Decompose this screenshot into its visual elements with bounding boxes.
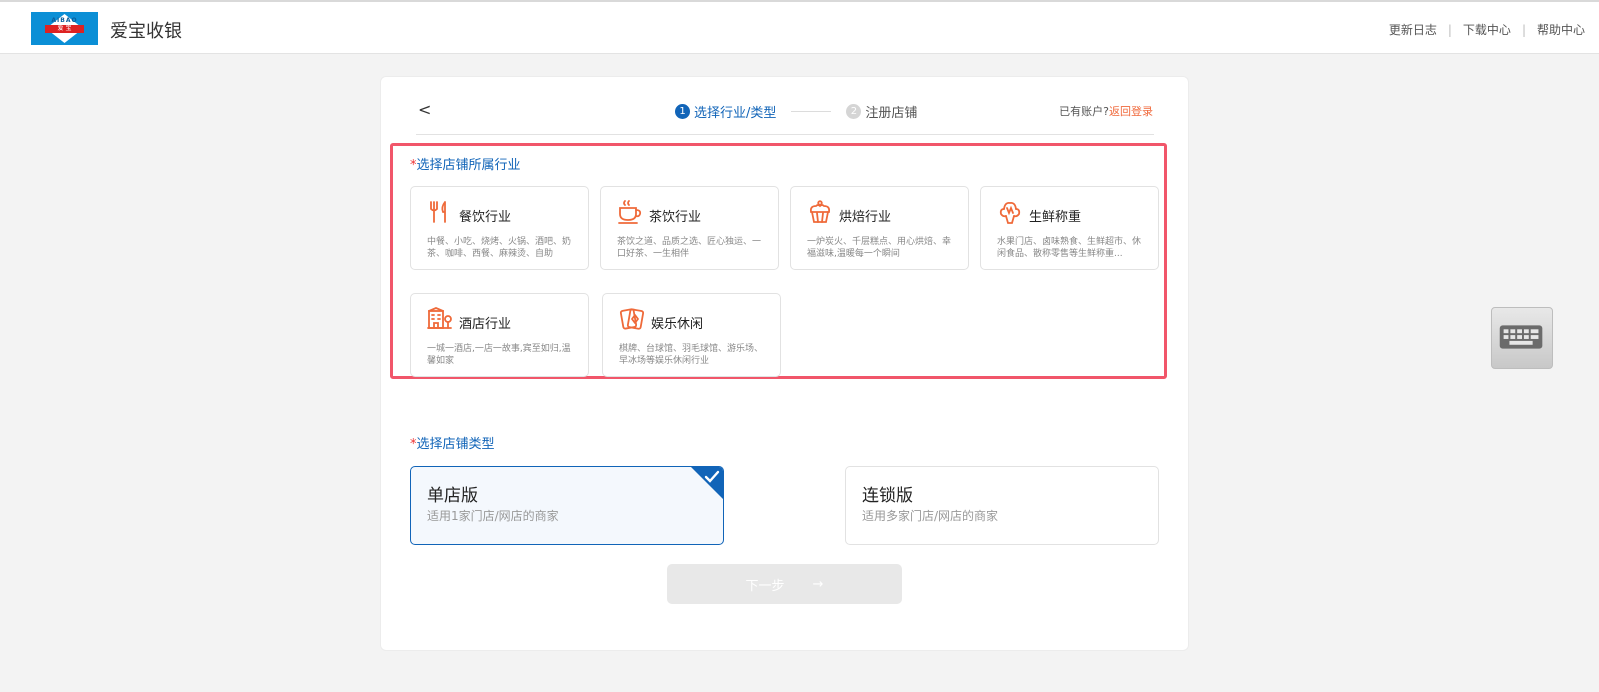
fork-knife-icon	[430, 201, 446, 223]
cupcake-icon	[809, 200, 831, 223]
store-type-title-text: 选择店铺类型	[416, 437, 495, 452]
industry-desc: 水果门店、卤味熟食、生鲜超市、休闲食品、散称零售等生鲜称重...	[997, 237, 1142, 259]
arrow-right-icon: →	[812, 576, 824, 592]
step-connector	[791, 111, 832, 112]
industry-name: 生鲜称重	[1029, 210, 1082, 225]
brand-name: 爱宝收银	[110, 21, 182, 42]
industry-card-hotel[interactable]: 酒店行业 一城一酒店,一店一故事,宾至如归,温馨如家	[410, 293, 589, 377]
industry-card-bakery[interactable]: 烘焙行业 一炉炭火、千层糕点、用心烘焙、幸福滋味,温暖每一个瞬间	[790, 186, 969, 270]
store-type-desc: 适用1家门店/网店的商家	[427, 509, 559, 523]
step-2-number: 2	[846, 104, 862, 119]
help-center-link[interactable]: 帮助中心	[1537, 21, 1585, 38]
header-divider	[416, 134, 1154, 135]
virtual-keyboard-button[interactable]	[1491, 307, 1553, 369]
changelog-link[interactable]: 更新日志	[1389, 21, 1437, 38]
keyboard-icon	[1499, 325, 1543, 349]
industry-desc: 中餐、小吃、烧烤、火锅、酒吧、奶茶、咖啡、西餐、麻辣烫、自助	[427, 237, 572, 259]
top-links: 更新日志 | 下载中心 | 帮助中心	[1389, 21, 1585, 38]
store-type-name: 单店版	[427, 486, 478, 506]
industry-card-tea[interactable]: 茶饮行业 茶饮之道、品质之选、匠心独运、一口好茶、一生相伴	[600, 186, 779, 270]
industry-name: 酒店行业	[459, 317, 512, 332]
step-1: 1 选择行业/类型	[675, 102, 776, 121]
logo-bar-text: 爱 宝	[57, 25, 72, 32]
store-type-chain[interactable]: 连锁版 适用多家门店/网店的商家	[845, 466, 1159, 545]
back-button[interactable]: <	[418, 100, 431, 119]
link-separator: |	[1521, 22, 1526, 37]
industry-desc: 一炉炭火、千层糕点、用心烘焙、幸福滋味,温暖每一个瞬间	[807, 237, 952, 259]
step-1-label: 选择行业/类型	[694, 106, 777, 121]
industry-desc: 茶饮之道、品质之选、匠心独运、一口好茶、一生相伴	[617, 237, 762, 259]
industry-card-catering[interactable]: 餐饮行业 中餐、小吃、烧烤、火锅、酒吧、奶茶、咖啡、西餐、麻辣烫、自助	[410, 186, 589, 270]
industry-desc: 一城一酒店,一店一故事,宾至如归,温馨如家	[427, 344, 571, 366]
has-account-text: 已有账户?返回登录	[1059, 103, 1153, 119]
store-type-section-title: *选择店铺类型	[410, 433, 495, 452]
logo-top-text: AIBAO	[51, 17, 78, 24]
step-indicator: 1 选择行业/类型 2 注册店铺	[675, 102, 917, 121]
industry-card-entertainment[interactable]: 娱乐休闲 棋牌、台球馆、羽毛球馆、游乐场、早冰场等娱乐休闲行业	[602, 293, 781, 377]
store-type-desc: 适用多家门店/网店的商家	[862, 509, 999, 523]
industry-name: 餐饮行业	[459, 210, 512, 225]
industry-name: 茶饮行业	[649, 210, 702, 225]
step-1-number: 1	[675, 104, 690, 119]
store-type-name: 连锁版	[862, 486, 913, 506]
store-type-single[interactable]: 单店版 适用1家门店/网店的商家	[410, 466, 724, 545]
return-login-link[interactable]: 返回登录	[1109, 105, 1153, 118]
teacup-icon	[618, 200, 642, 224]
checkmark-icon	[691, 467, 723, 499]
hotel-icon	[427, 307, 452, 329]
step-2: 2 注册店铺	[846, 102, 917, 121]
industry-name: 烘焙行业	[839, 210, 892, 225]
download-center-link[interactable]: 下载中心	[1463, 21, 1511, 38]
next-step-button[interactable]: 下一步 →	[667, 564, 902, 604]
step-2-label: 注册店铺	[865, 106, 918, 121]
top-bar: AIBAO 爱 宝 爱宝收银 更新日志 | 下载中心 | 帮助中心	[0, 0, 1599, 54]
industry-section-title: *选择店铺所属行业	[410, 154, 521, 173]
playing-cards-icon	[619, 308, 645, 330]
next-step-label: 下一步	[745, 578, 785, 594]
has-account-prompt: 已有账户?	[1059, 105, 1109, 118]
industry-card-fresh[interactable]: 生鲜称重 水果门店、卤味熟食、生鲜超市、休闲食品、散称零售等生鲜称重...	[980, 186, 1159, 270]
link-separator: |	[1447, 22, 1452, 37]
industry-title-text: 选择店铺所属行业	[416, 158, 521, 173]
produce-icon	[999, 201, 1021, 224]
aibao-logo[interactable]: AIBAO 爱 宝	[31, 12, 98, 45]
industry-desc: 棋牌、台球馆、羽毛球馆、游乐场、早冰场等娱乐休闲行业	[619, 344, 764, 366]
industry-name: 娱乐休闲	[651, 317, 704, 332]
